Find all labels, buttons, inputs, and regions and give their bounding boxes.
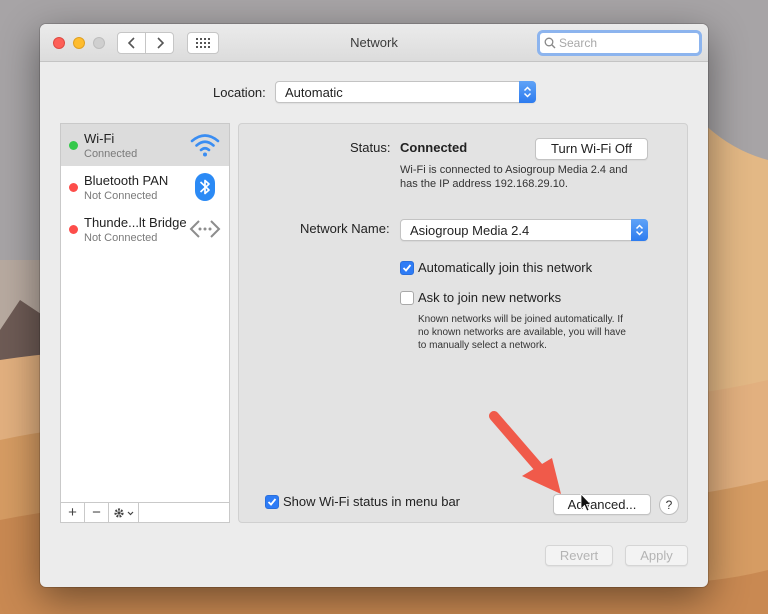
mouse-cursor-icon <box>580 493 592 512</box>
red-arrow-annotation <box>489 411 561 494</box>
annotation-overlay <box>489 411 592 512</box>
